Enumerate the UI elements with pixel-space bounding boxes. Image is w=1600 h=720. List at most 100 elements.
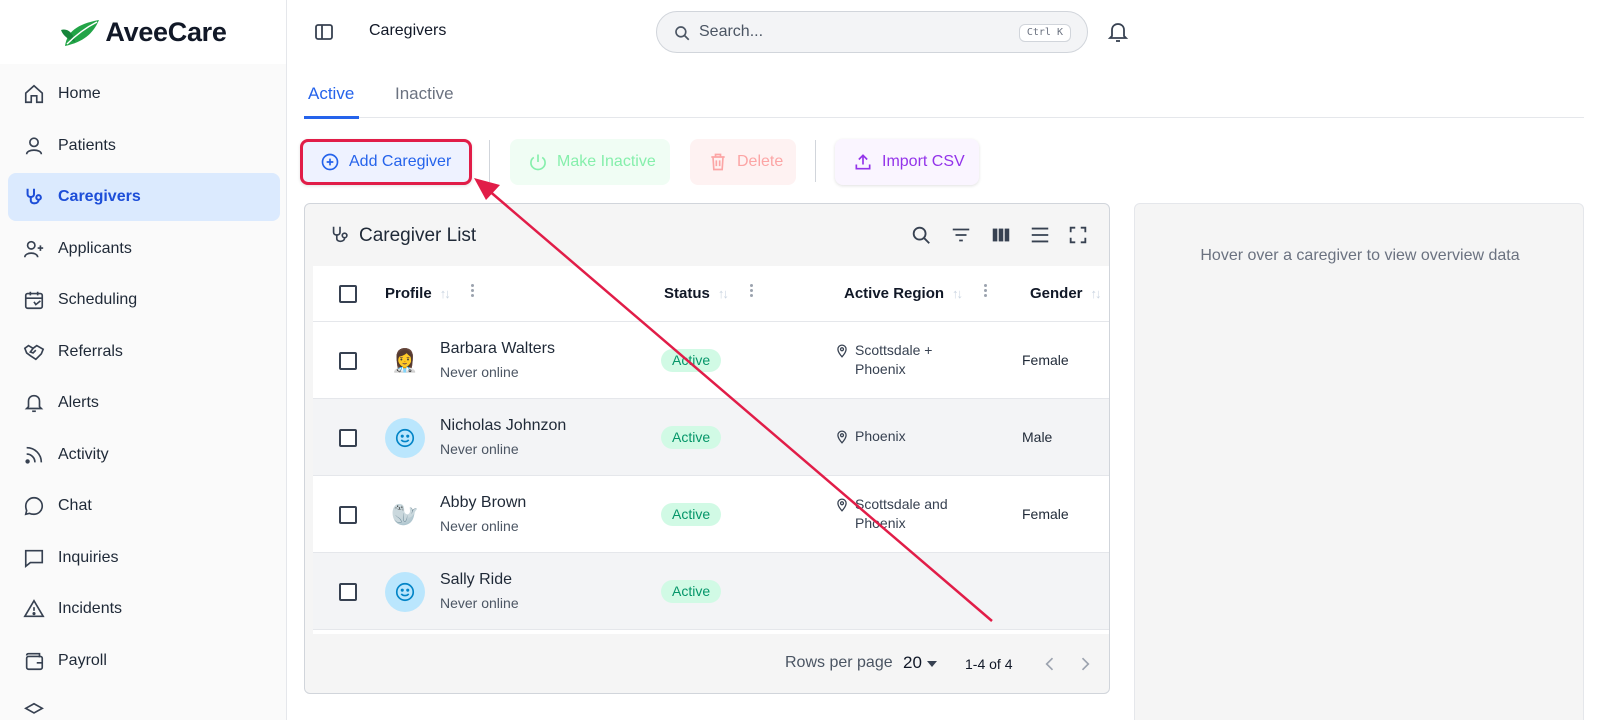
sidebar-item-caregivers[interactable]: Caregivers	[8, 173, 280, 221]
caregiver-list-card: Caregiver List Profile ↑↓ Status ↑↓ Active…	[304, 203, 1110, 694]
region-text: Scottsdale and Phoenix	[855, 496, 948, 531]
region-line: Phoenix	[855, 515, 906, 531]
caregiver-name[interactable]: Barbara Walters	[440, 340, 555, 358]
logo[interactable]: AveeCare	[0, 0, 286, 64]
power-icon	[530, 154, 546, 171]
region-line: Phoenix	[855, 428, 906, 444]
wallet-icon	[23, 650, 45, 672]
make-inactive-label: Make Inactive	[557, 153, 656, 170]
gender: Female	[1022, 506, 1069, 522]
sidebar-item-chat[interactable]: Chat	[8, 482, 280, 530]
search-icon[interactable]	[910, 224, 932, 246]
row-checkbox[interactable]	[339, 429, 357, 447]
smiley-icon	[395, 428, 415, 448]
sort-icon[interactable]: ↑↓	[440, 286, 451, 301]
sort-icon[interactable]: ↑↓	[1091, 286, 1102, 301]
column-header-gender[interactable]: Gender ↑↓	[1030, 285, 1102, 302]
sidebar-toggle-icon[interactable]	[312, 20, 336, 44]
column-header-status[interactable]: Status ↑↓	[664, 285, 729, 302]
select-all-checkbox[interactable]	[339, 285, 357, 303]
rows-per-page-select[interactable]: 20	[903, 653, 922, 673]
density-icon[interactable]	[1029, 224, 1051, 246]
column-header-profile[interactable]: Profile ↑↓	[385, 285, 451, 302]
sidebar-item-label: Home	[58, 85, 101, 102]
chevron-right-icon[interactable]	[1075, 654, 1095, 674]
search-input[interactable]	[699, 21, 999, 43]
status-badge: Active	[661, 426, 722, 449]
home-icon	[23, 83, 45, 105]
map-pin-icon	[837, 430, 847, 444]
row-checkbox[interactable]	[339, 352, 357, 370]
table-row[interactable]: Sally Ride Never online Active	[313, 553, 1109, 630]
caret-down-icon[interactable]	[927, 661, 937, 667]
sidebar-item-incidents[interactable]: Incidents	[8, 585, 280, 633]
add-caregiver-label: Add Caregiver	[349, 153, 452, 170]
status-tabs: Active Inactive	[304, 72, 1584, 119]
sort-icon[interactable]: ↑↓	[952, 286, 963, 301]
toolbar-divider	[489, 140, 490, 182]
column-menu-icon[interactable]	[749, 282, 753, 304]
gender: Female	[1022, 352, 1069, 368]
tab-active-indicator	[304, 116, 359, 119]
caregiver-name[interactable]: Nicholas Johnzon	[440, 417, 566, 435]
row-checkbox[interactable]	[339, 583, 357, 601]
notifications-bell-icon[interactable]	[1106, 20, 1130, 44]
sidebar-item-label: Referrals	[58, 343, 123, 360]
caregiver-table: Profile ↑↓ Status ↑↓ Active Region ↑↓ Gende…	[313, 266, 1109, 634]
fullscreen-icon[interactable]	[1067, 224, 1089, 246]
caregiver-name[interactable]: Abby Brown	[440, 494, 526, 512]
table-row[interactable]: 👩‍⚕️ Barbara Walters Never online Active…	[313, 322, 1109, 399]
sidebar-item-inquiries[interactable]: Inquiries	[8, 534, 280, 582]
chevron-left-icon[interactable]	[1040, 654, 1060, 674]
sidebar-item-label: Payroll	[58, 652, 107, 669]
pagination-range: 1-4 of 4	[965, 656, 1013, 672]
status-badge: Active	[661, 349, 722, 372]
delete-label: Delete	[737, 153, 784, 170]
sidebar-item-label: Alerts	[58, 394, 99, 411]
sidebar-item-applicants[interactable]: Applicants	[8, 225, 280, 273]
row-checkbox[interactable]	[339, 506, 357, 524]
table-row[interactable]: Nicholas Johnzon Never online Active Pho…	[313, 399, 1109, 476]
avatar: 🦭	[391, 502, 419, 527]
delete-button[interactable]: Delete	[690, 139, 796, 185]
plus-circle-icon	[321, 153, 339, 171]
sidebar-item-partial[interactable]	[8, 688, 280, 720]
sidebar-item-patients[interactable]: Patients	[8, 122, 280, 170]
top-bar: Caregivers Ctrl K	[288, 0, 1600, 64]
column-label: Profile	[385, 285, 432, 302]
add-caregiver-button[interactable]: Add Caregiver	[300, 139, 472, 185]
table-row[interactable]: 🦭 Abby Brown Never online Active Scottsd…	[313, 476, 1109, 553]
caregiver-name[interactable]: Sally Ride	[440, 571, 512, 589]
overview-panel: Hover over a caregiver to view overview …	[1134, 203, 1584, 720]
sidebar-item-alerts[interactable]: Alerts	[8, 379, 280, 427]
last-online: Never online	[440, 441, 519, 457]
columns-icon[interactable]	[990, 224, 1012, 246]
gender: Male	[1022, 429, 1053, 445]
search-bar[interactable]: Ctrl K	[656, 11, 1088, 53]
sidebar-item-referrals[interactable]: Referrals	[8, 328, 280, 376]
import-csv-button[interactable]: Import CSV	[835, 139, 979, 185]
import-csv-label: Import CSV	[882, 153, 965, 170]
region-line: Scottsdale and	[855, 496, 948, 512]
stethoscope-icon	[332, 226, 348, 243]
make-inactive-button[interactable]: Make Inactive	[510, 139, 670, 185]
map-pin-icon	[837, 498, 847, 512]
sidebar-item-payroll[interactable]: Payroll	[8, 637, 280, 685]
column-header-active-region[interactable]: Active Region ↑↓	[844, 285, 963, 302]
filter-icon[interactable]	[950, 224, 972, 246]
toolbar-divider	[815, 140, 816, 182]
search-shortcut-hint: Ctrl K	[1018, 24, 1071, 42]
rows-per-page-label: Rows per page	[785, 654, 893, 671]
sidebar-item-activity[interactable]: Activity	[8, 431, 280, 479]
active-region: Scottsdale and Phoenix	[835, 496, 948, 531]
sidebar-item-home[interactable]: Home	[8, 70, 280, 118]
sort-icon[interactable]: ↑↓	[718, 286, 729, 301]
table-header: Profile ↑↓ Status ↑↓ Active Region ↑↓ Gende…	[313, 266, 1109, 322]
column-menu-icon[interactable]	[983, 282, 987, 304]
column-menu-icon[interactable]	[470, 282, 474, 304]
avatar-smiley-icon	[385, 418, 425, 458]
sidebar-item-scheduling[interactable]: Scheduling	[8, 276, 280, 324]
tab-inactive[interactable]: Inactive	[395, 84, 454, 104]
brand-name: AveeCare	[105, 16, 227, 47]
tab-active[interactable]: Active	[308, 84, 354, 104]
